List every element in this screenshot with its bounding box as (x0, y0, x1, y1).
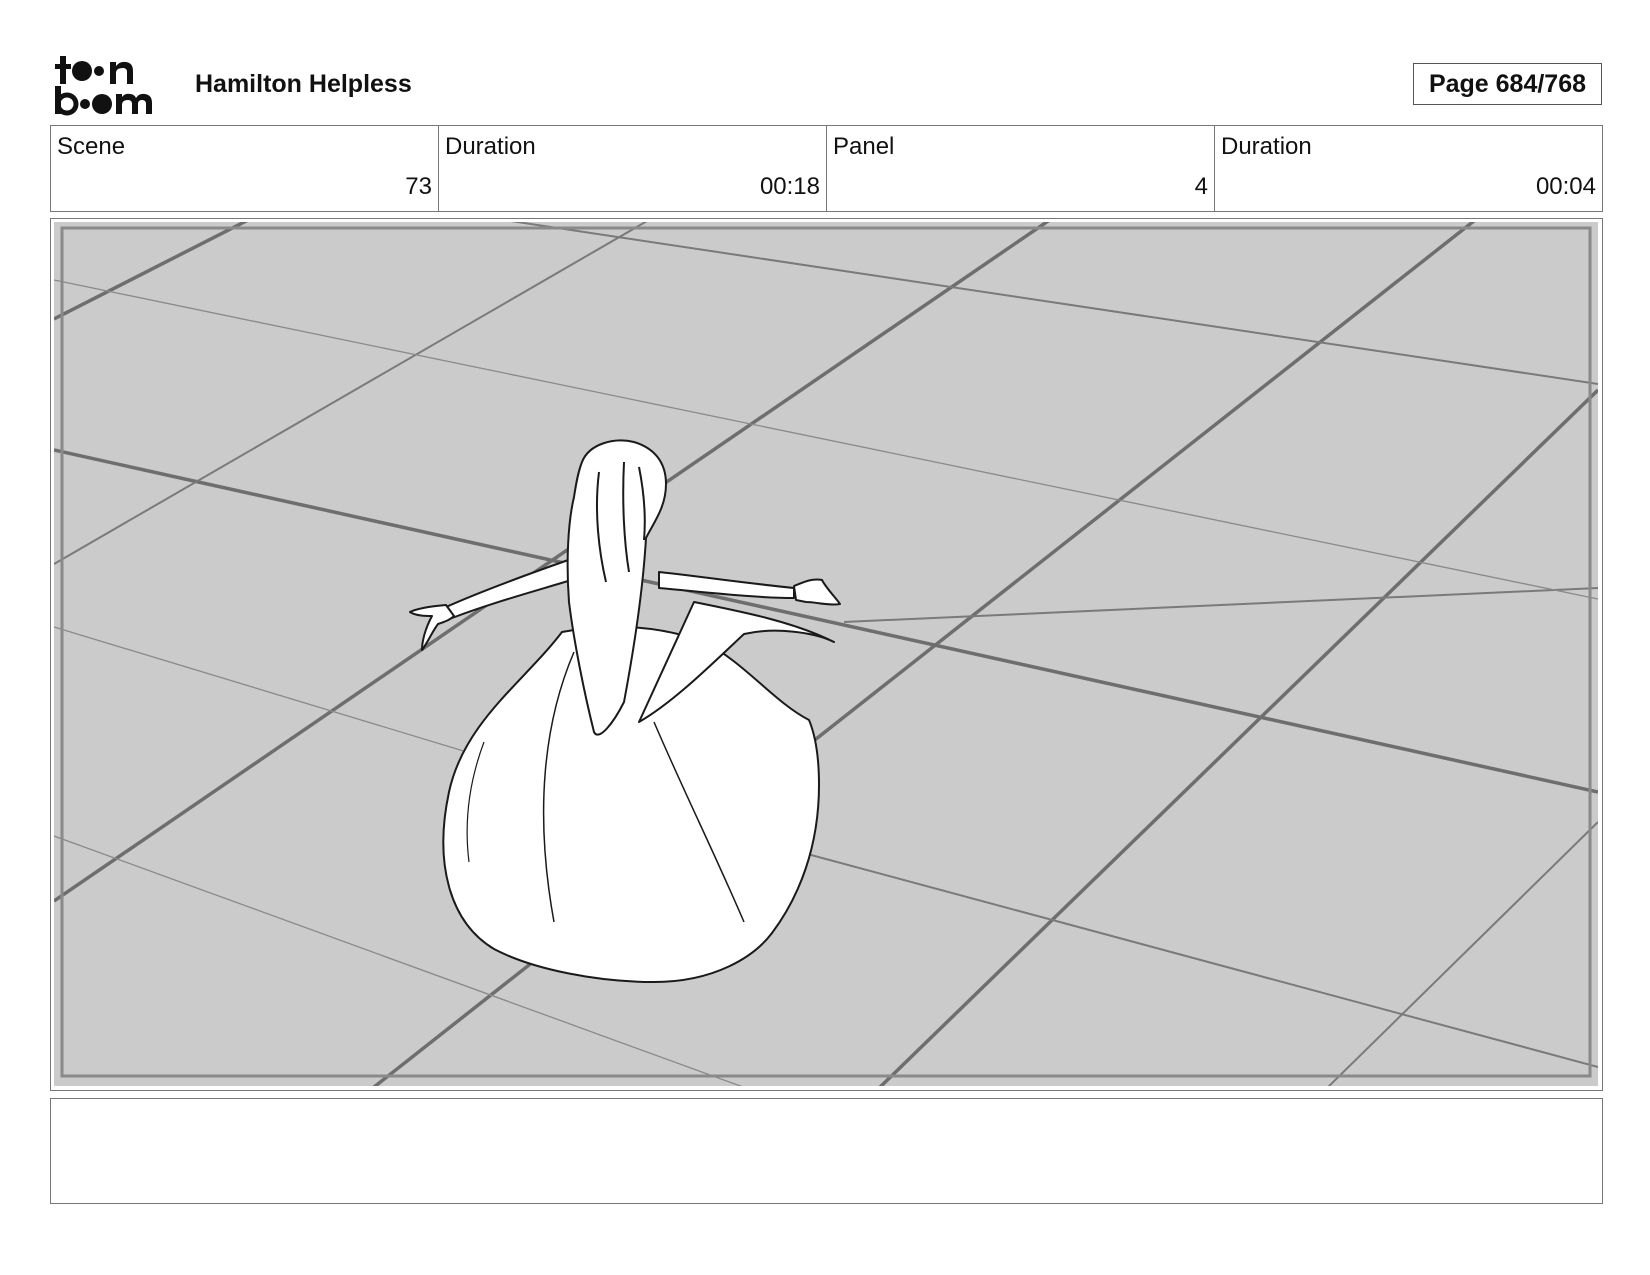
scene-label: Scene (57, 133, 126, 160)
panel-label: Panel (833, 133, 895, 160)
toon-boom-logo (54, 54, 172, 116)
page-number: Page 684/768 (1428, 69, 1587, 98)
panel-drawing (54, 222, 1598, 1086)
scene-duration-cell: Duration 00:18 (439, 126, 827, 211)
scene-duration-value: 00:18 (759, 173, 820, 200)
floor-background (54, 222, 1598, 1086)
page-number-box: Page 684/768 (1413, 63, 1602, 105)
scene-info-table: Scene 73 Duration 00:18 Panel 4 Duration… (50, 125, 1603, 212)
project-title: Hamilton Helpless (195, 70, 412, 98)
panel-duration-value: 00:04 (1535, 173, 1596, 200)
storyboard-panel (50, 218, 1603, 1091)
panel-notes-box (50, 1098, 1603, 1204)
panel-value: 4 (1194, 173, 1208, 200)
scene-value: 73 (405, 173, 432, 200)
panel-duration-cell: Duration 00:04 (1215, 126, 1602, 211)
scene-cell: Scene 73 (51, 126, 439, 211)
panel-duration-label: Duration (1221, 133, 1312, 160)
scene-duration-label: Duration (445, 133, 536, 160)
panel-cell: Panel 4 (827, 126, 1215, 211)
